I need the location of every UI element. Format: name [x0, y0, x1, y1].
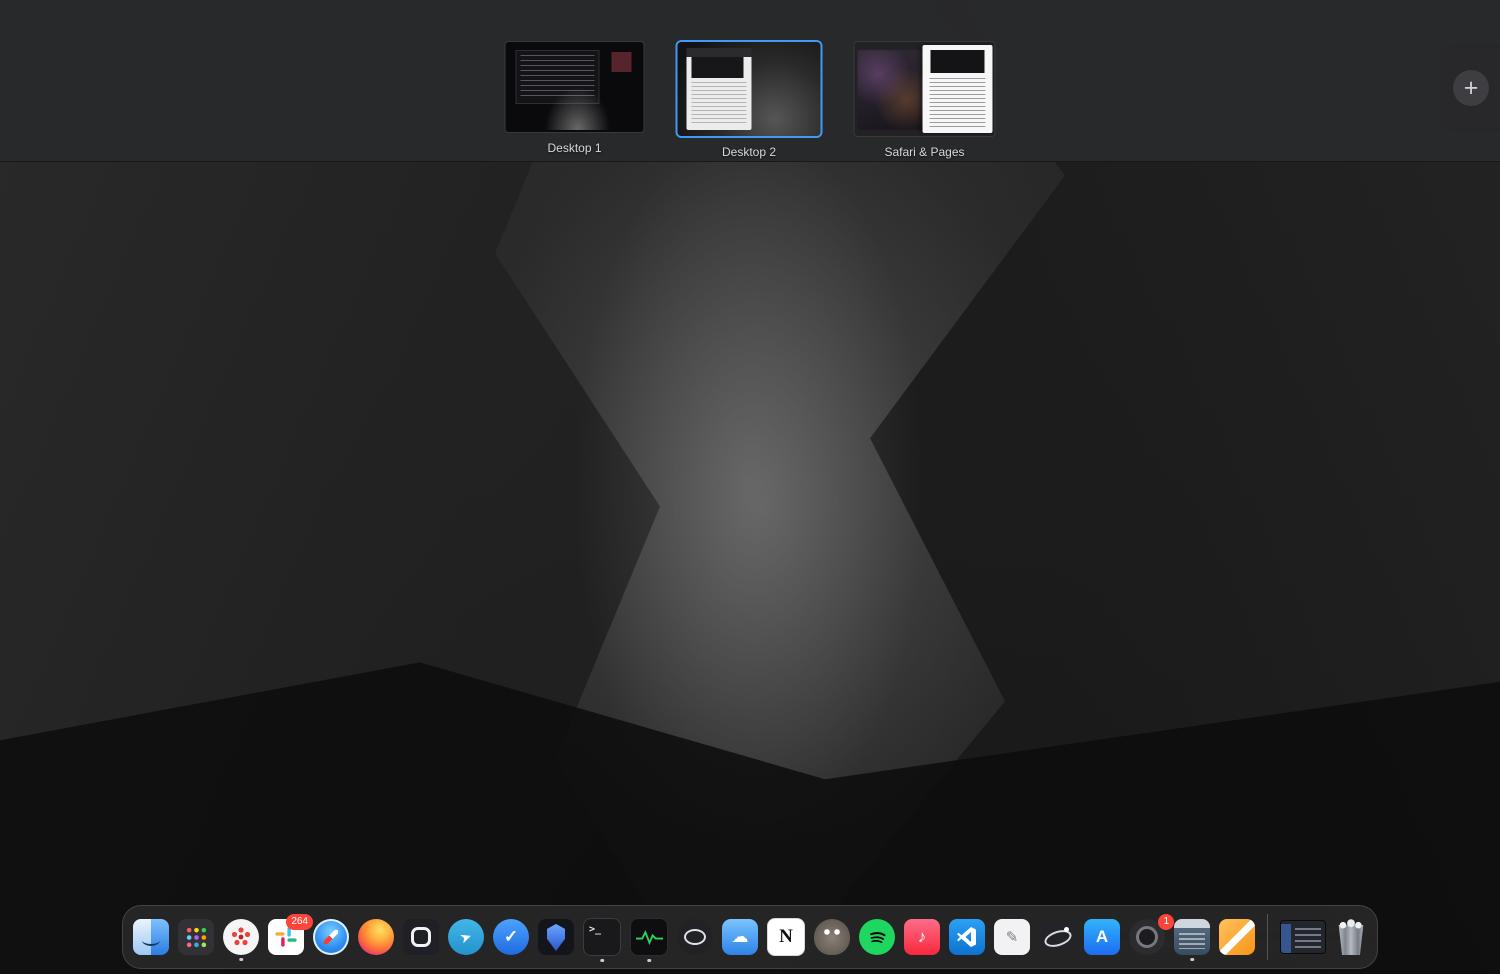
- plus-icon: +: [1453, 70, 1489, 106]
- firefox-icon: [358, 919, 394, 955]
- dock-app-orbit[interactable]: [1039, 919, 1075, 955]
- thumbnail-document-image: [692, 57, 743, 78]
- music-note-icon: ♪: [904, 919, 940, 955]
- launchpad-icon: [178, 919, 214, 955]
- waveform-icon: [630, 918, 668, 956]
- spaces-bar: Desktop 1 Desktop 2 Safari & Pages +: [0, 0, 1500, 162]
- dock-app-preview-window[interactable]: [1174, 919, 1210, 955]
- checkmark-icon: ✓: [493, 919, 529, 955]
- vscode-ribbon-icon: [949, 919, 985, 955]
- dock-app-cloud[interactable]: ☁: [722, 919, 758, 955]
- thumbnail-red-window: [612, 52, 631, 72]
- running-indicator: [647, 959, 651, 963]
- dock-app-pencil[interactable]: ✎: [994, 919, 1030, 955]
- mission-control-screen: Desktop 1 Desktop 2 Safari & Pages +: [0, 0, 1500, 974]
- notification-badge: 1: [1158, 914, 1174, 930]
- space-thumbnail-desktop-1[interactable]: [506, 42, 644, 132]
- plus-glyph: +: [1464, 76, 1479, 101]
- space-desktop-2[interactable]: Desktop 2: [678, 42, 821, 159]
- dock-app-app-store[interactable]: A: [1084, 919, 1120, 955]
- spaces-list: Desktop 1 Desktop 2 Safari & Pages: [506, 42, 995, 159]
- dock-app-around[interactable]: [677, 919, 713, 955]
- mini-window-icon: [1174, 919, 1210, 955]
- dock-minimized-window[interactable]: [1280, 920, 1326, 954]
- orange-pencil-icon: [1219, 919, 1255, 955]
- dock-app-shield[interactable]: [538, 919, 574, 955]
- thumbnail-safari-window: [857, 50, 927, 131]
- music-note-glyph: ♪: [918, 927, 927, 947]
- thumbnail-pages-window: [922, 45, 992, 133]
- red-dots-icon: [223, 919, 259, 955]
- spotify-arcs-icon: [859, 919, 895, 955]
- terminal-prompt-icon: >_: [583, 918, 621, 956]
- add-space-button[interactable]: +: [1442, 44, 1500, 132]
- dock-app-spotify[interactable]: [859, 919, 895, 955]
- dock-app-vscode[interactable]: [949, 919, 985, 955]
- thumbnail-glow: [544, 87, 610, 130]
- orbit-ring-icon: [1039, 919, 1075, 955]
- notion-n-glyph: N: [779, 926, 793, 948]
- space-thumbnail-desktop-2[interactable]: [678, 42, 821, 136]
- dock-app-firefox[interactable]: [358, 919, 394, 955]
- pencil-icon: ✎: [994, 919, 1030, 955]
- trash-icon: [1335, 919, 1367, 955]
- dock-app-terminal[interactable]: >_: [583, 918, 621, 956]
- notion-n-icon: N: [767, 918, 805, 956]
- running-indicator: [600, 959, 604, 963]
- pencil-glyph: ✎: [1006, 928, 1019, 946]
- space-thumbnail-safari-pages[interactable]: [855, 42, 995, 136]
- dock-separator: [1267, 914, 1268, 960]
- safari-compass-icon: [313, 919, 349, 955]
- dock-app-apple-music[interactable]: ♪: [904, 919, 940, 955]
- window-outline-icon: [403, 919, 439, 955]
- app-store-a-icon: A: [1084, 919, 1120, 955]
- dock-app-gimp[interactable]: [814, 919, 850, 955]
- dock-app-red-dots[interactable]: [223, 919, 259, 955]
- cloud-icon: ☁: [722, 919, 758, 955]
- oval-ring-icon: [677, 919, 713, 955]
- checkmark-glyph: ✓: [504, 927, 518, 947]
- dock-app-ring[interactable]: 1: [1129, 919, 1165, 955]
- dock-app-slack[interactable]: 264: [268, 919, 304, 955]
- dock-trash[interactable]: [1335, 919, 1367, 955]
- dock-app-pages[interactable]: [1219, 919, 1255, 955]
- dock-app-activity-monitor[interactable]: [630, 918, 668, 956]
- notification-badge: 264: [286, 914, 313, 930]
- minimized-window-thumbnail: [1280, 920, 1326, 954]
- dock-app-window-manager[interactable]: [403, 919, 439, 955]
- space-safari-pages[interactable]: Safari & Pages: [855, 42, 995, 159]
- app-store-a-glyph: A: [1096, 927, 1108, 947]
- gimp-mascot-icon: [814, 919, 850, 955]
- finder-icon: [133, 919, 169, 955]
- dock-app-safari[interactable]: [313, 919, 349, 955]
- dock-app-finder[interactable]: [133, 919, 169, 955]
- dock-app-notion[interactable]: N: [767, 918, 805, 956]
- running-indicator: [239, 958, 243, 962]
- dock: 264 ➤ ✓ >_: [122, 905, 1378, 969]
- running-indicator: [1190, 958, 1194, 962]
- space-label-desktop-2: Desktop 2: [722, 145, 776, 159]
- paper-plane-icon: ➤: [448, 919, 484, 955]
- space-label-desktop-1: Desktop 1: [547, 141, 601, 155]
- paper-plane-glyph: ➤: [458, 927, 475, 947]
- space-label-safari-pages: Safari & Pages: [884, 145, 964, 159]
- space-desktop-1[interactable]: Desktop 1: [506, 42, 644, 155]
- dock-app-telegram[interactable]: ➤: [448, 919, 484, 955]
- shield-icon: [538, 919, 574, 955]
- terminal-prompt-glyph: >_: [584, 919, 601, 935]
- dock-app-launchpad[interactable]: [178, 919, 214, 955]
- dock-app-things[interactable]: ✓: [493, 919, 529, 955]
- cloud-glyph: ☁: [732, 927, 749, 947]
